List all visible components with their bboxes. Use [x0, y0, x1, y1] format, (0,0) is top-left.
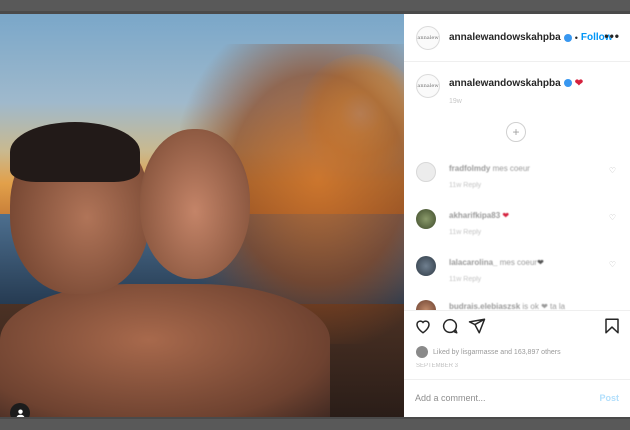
- comment-body: mes coeur: [499, 258, 538, 267]
- comment-text: akharifkipa83 ❤: [449, 211, 509, 220]
- post-side-panel: annalew annalewandowskahpba • Follow •••…: [404, 14, 630, 417]
- comment-user[interactable]: budrais.elebiaszsk: [449, 302, 520, 310]
- comment-meta[interactable]: 11w Reply: [449, 229, 481, 236]
- avatar[interactable]: [416, 209, 436, 229]
- post-username[interactable]: annalewandowskahpba: [449, 32, 561, 43]
- comment-text: fradfolmdy mes coeur: [449, 164, 530, 173]
- comment-like-heart-icon[interactable]: ♡: [609, 260, 616, 269]
- share-icon[interactable]: [468, 317, 486, 335]
- comment-text: budrais.elebiaszsk is ok ❤ ta la: [449, 302, 565, 310]
- avatar-logo: annalew: [417, 34, 439, 41]
- avatar[interactable]: [416, 256, 436, 276]
- post-comment-button[interactable]: Post: [599, 393, 619, 403]
- comment-user[interactable]: akharifkipa83: [449, 211, 500, 220]
- caption-line: annalewandowskahpba ❤: [449, 78, 583, 89]
- comment-meta[interactable]: 11w Reply: [449, 276, 481, 283]
- verified-icon: [563, 79, 572, 88]
- comment-emoji: ❤: [502, 211, 510, 220]
- caption-time: 19w: [449, 98, 462, 105]
- avatar[interactable]: [416, 162, 436, 182]
- avatar[interactable]: annalew: [416, 25, 440, 50]
- load-more-icon[interactable]: +: [506, 122, 526, 142]
- more-icon[interactable]: •••: [604, 29, 620, 43]
- likes-summary[interactable]: Liked by lisgarmasse and 163,897 others: [416, 346, 561, 358]
- caption-username[interactable]: annalewandowskahpba: [449, 78, 561, 89]
- comment-emoji: ❤: [537, 258, 544, 267]
- user-tag-icon[interactable]: [10, 403, 30, 417]
- comment-input[interactable]: Add a comment...: [415, 393, 486, 403]
- bookmark-icon[interactable]: [603, 317, 621, 335]
- avatar-logo: annalew: [417, 83, 439, 89]
- photo-person-right: [140, 129, 250, 279]
- photo-bodies: [0, 284, 330, 417]
- comment-icon[interactable]: [441, 317, 459, 335]
- list-item: fradfolmdy mes coeur 11w Reply ♡: [416, 162, 626, 202]
- separator-dot: •: [574, 32, 578, 43]
- post-photo[interactable]: [0, 14, 404, 417]
- comment-meta[interactable]: 11w Reply: [449, 182, 481, 189]
- avatar[interactable]: [416, 300, 436, 310]
- comment-like-heart-icon[interactable]: ♡: [609, 213, 616, 222]
- comment-body: is ok ❤ ta la: [522, 302, 566, 310]
- action-bar: [404, 310, 630, 341]
- add-comment-bar: Add a comment... Post: [404, 379, 630, 418]
- comment-body: mes coeur: [492, 164, 530, 173]
- heart-icon[interactable]: [414, 317, 432, 335]
- likes-text: Liked by lisgarmasse and 163,897 others: [433, 348, 561, 356]
- post-date: SEPTEMBER 3: [416, 363, 459, 369]
- caption-avatar[interactable]: annalew: [416, 74, 440, 98]
- comment-like-heart-icon[interactable]: ♡: [609, 166, 616, 175]
- comment-text: lalacarolina_ mes coeur❤: [449, 258, 544, 267]
- caption-heart-emoji: ❤: [574, 78, 584, 89]
- photo-person-left-hair: [10, 122, 140, 182]
- verified-icon: [563, 33, 572, 42]
- list-item: akharifkipa83 ❤ 11w Reply ♡: [416, 209, 626, 249]
- comment-user[interactable]: lalacarolina_: [449, 258, 497, 267]
- comment-user[interactable]: fradfolmdy: [449, 164, 490, 173]
- avatar: [416, 346, 428, 358]
- list-item: lalacarolina_ mes coeur❤ 11w Reply ♡: [416, 256, 626, 296]
- post-header: annalew annalewandowskahpba • Follow •••: [404, 14, 630, 62]
- list-item: budrais.elebiaszsk is ok ❤ ta la: [416, 300, 626, 310]
